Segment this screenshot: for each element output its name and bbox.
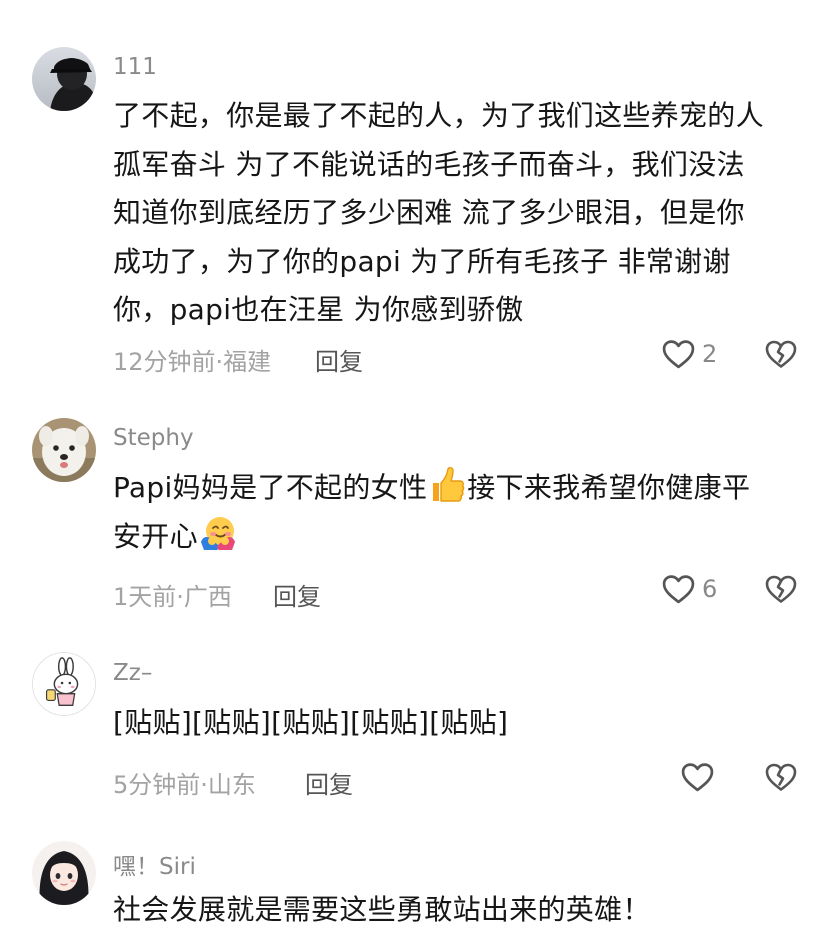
comment-time-location: 5分钟前·山东	[113, 771, 256, 799]
like-count: 6	[702, 575, 718, 603]
broken-heart-icon	[765, 574, 797, 604]
comment-text-line: 成功了，为了你的papi 为了所有毛孩子 非常谢谢	[113, 244, 731, 278]
comment-text-line: 你，papi也在汪星 为你感到骄傲	[113, 293, 524, 326]
comment-text: 社会发展就是需要这些勇敢站出来的英雄！	[113, 893, 651, 926]
comment-text: [贴贴][贴贴][贴贴][贴贴][贴贴]	[113, 706, 509, 739]
hugging-face-emoji	[198, 514, 238, 554]
dislike-button[interactable]	[765, 762, 797, 792]
comment-text-line: 安开心	[113, 513, 803, 562]
reply-button[interactable]: 回复	[273, 577, 321, 612]
comment-text-line: Papi妈妈是了不起的女性 接下来我希望你健康平	[113, 464, 803, 513]
comment-text-segment: 接下来我希望你健康平	[467, 471, 751, 504]
comment-text-line: 知道你到底经历了多少困难 流了多少眼泪，但是你	[113, 196, 745, 229]
username[interactable]: Stephy	[113, 425, 194, 451]
heart-outline-icon	[662, 574, 695, 604]
heart-outline-icon	[681, 762, 714, 792]
broken-heart-icon	[765, 762, 797, 792]
dislike-button[interactable]	[765, 339, 797, 369]
comment-item: 嘿！Siri 社会发展就是需要这些勇敢站出来的英雄！	[0, 825, 828, 951]
broken-heart-icon	[765, 339, 797, 369]
comment-text: Papi妈妈是了不起的女性 接下来我希望你健康平 安开心	[113, 464, 803, 561]
username[interactable]: 111	[113, 54, 157, 80]
thumbs-up-emoji	[427, 465, 467, 505]
avatar[interactable]	[32, 418, 96, 482]
comment-time-location: 12分钟前·福建	[113, 348, 272, 376]
comment-item: Zz– [贴贴][贴贴][贴贴][贴贴][贴贴] 5分钟前·山东 回复	[0, 640, 828, 825]
like-button[interactable]	[681, 762, 721, 792]
username[interactable]: 嘿！Siri	[113, 847, 196, 881]
comment-time-location: 1天前·广西	[113, 583, 232, 611]
username[interactable]: Zz–	[113, 660, 152, 686]
heart-outline-icon	[662, 339, 695, 369]
like-button[interactable]: 2	[662, 339, 717, 369]
avatar[interactable]	[32, 841, 96, 905]
like-count: 2	[702, 340, 718, 368]
reply-button[interactable]: 回复	[305, 765, 353, 800]
comment-text-line: 孤军奋斗 为了不能说话的毛孩子而奋斗，我们没法	[113, 147, 745, 181]
comment-text-line: 了不起，你是最了不起的人，为了我们这些养宠的人	[113, 99, 764, 132]
comment-text-segment: 安开心	[113, 519, 198, 553]
like-button[interactable]: 6	[662, 574, 717, 604]
dislike-button[interactable]	[765, 574, 797, 604]
reply-button[interactable]: 回复	[315, 342, 363, 377]
comment-item: 111 了不起，你是最了不起的人，为了我们这些养宠的人 孤军奋斗 为了不能说话的…	[0, 0, 828, 400]
avatar[interactable]	[32, 47, 96, 111]
comment-text: 了不起，你是最了不起的人，为了我们这些养宠的人 孤军奋斗 为了不能说话的毛孩子而…	[113, 92, 803, 335]
comment-item: Stephy Papi妈妈是了不起的女性 接下来我希望你健康平 安开心 1天前·广…	[0, 400, 828, 640]
comment-text-segment: Papi妈妈是了不起的女性	[113, 471, 428, 504]
avatar[interactable]	[32, 652, 96, 716]
